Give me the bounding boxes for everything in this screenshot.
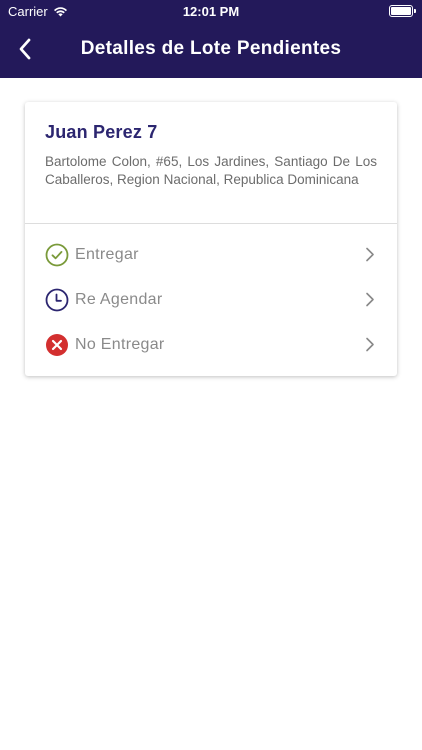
chevron-right-icon: [366, 247, 374, 262]
clock-icon: [45, 288, 69, 312]
action-list: Entregar Re Agendar No Entregar: [25, 224, 397, 367]
status-bar: Carrier 12:01 PM: [0, 0, 422, 24]
action-re-agendar[interactable]: Re Agendar: [25, 277, 397, 322]
battery-icon: [389, 5, 416, 17]
action-entregar[interactable]: Entregar: [25, 232, 397, 277]
action-label: Entregar: [75, 245, 139, 263]
action-no-entregar[interactable]: No Entregar: [25, 322, 397, 367]
x-circle-icon: [45, 333, 69, 357]
app-header: Carrier 12:01 PM Detalles de Lote Pendie…: [0, 0, 422, 78]
action-label: No Entregar: [75, 335, 165, 353]
chevron-right-icon: [366, 337, 374, 352]
nav-bar: Detalles de Lote Pendientes: [0, 24, 422, 78]
client-name: Juan Perez 7: [45, 122, 158, 142]
check-circle-icon: [45, 243, 69, 267]
chevron-right-icon: [366, 292, 374, 307]
page-title: Detalles de Lote Pendientes: [80, 38, 342, 59]
client-info: Juan Perez 7 Bartolome Colon, #65, Los J…: [25, 102, 397, 224]
status-time: 12:01 PM: [182, 4, 240, 19]
action-label: Re Agendar: [75, 290, 163, 308]
client-address: Bartolome Colon, #65, Los Jardines, Sant…: [45, 154, 377, 187]
lot-detail-card: Juan Perez 7 Bartolome Colon, #65, Los J…: [25, 102, 397, 376]
